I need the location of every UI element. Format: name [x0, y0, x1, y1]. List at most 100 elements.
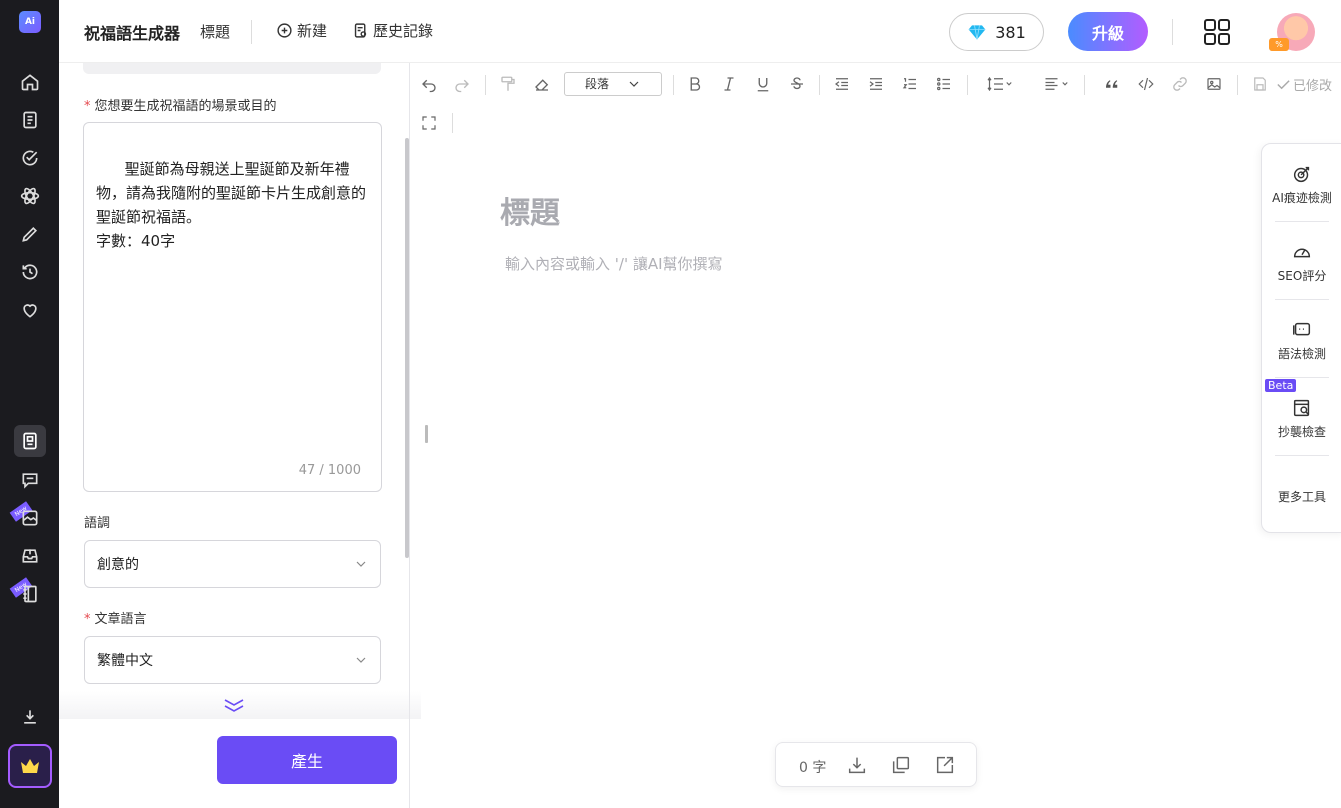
pen-icon[interactable]: [17, 221, 43, 247]
character-counter: 47 / 1000: [298, 463, 361, 478]
home-icon[interactable]: [17, 69, 43, 95]
language-label: * 文章語言: [84, 608, 147, 627]
user-avatar[interactable]: %: [1269, 13, 1315, 51]
required-mark: *: [84, 99, 91, 114]
document-title-tab[interactable]: 標題: [200, 21, 230, 42]
icon-rail: Ai New New: [0, 0, 59, 808]
previous-field-bottom: [83, 63, 381, 74]
inbox-icon[interactable]: [17, 543, 43, 569]
credits-badge[interactable]: 381: [949, 13, 1044, 51]
target-icon: [1293, 166, 1310, 183]
ai-tools-panel: AI痕迹檢測 SEO評分 語法檢測 Beta 抄襲檢查 更多工具: [1261, 143, 1341, 533]
tone-label: 語調: [84, 516, 111, 531]
toolbar-divider: [1084, 75, 1085, 95]
history-button[interactable]: 歷史記錄: [352, 20, 433, 41]
language-select[interactable]: 繁體中文: [84, 636, 381, 684]
purpose-label-text: 您想要生成祝福語的場景或目的: [94, 99, 277, 114]
copy-icon[interactable]: [890, 754, 912, 776]
quote-icon[interactable]: [1100, 72, 1124, 96]
new-button[interactable]: 新建: [276, 20, 327, 41]
download-app-icon[interactable]: [17, 704, 43, 730]
toolbar-divider: [452, 113, 453, 133]
underline-icon[interactable]: [751, 72, 775, 96]
tool-divider: [1275, 455, 1329, 456]
beta-badge: Beta: [1265, 379, 1297, 392]
ai-detection-tool[interactable]: AI痕迹檢測: [1262, 163, 1341, 206]
save-status-text: 已修改: [1293, 79, 1333, 94]
apps-grid-icon[interactable]: [1203, 18, 1231, 46]
page-title: 祝福語生成器: [84, 24, 181, 43]
check-icon: [1277, 80, 1290, 90]
bullet-list-icon[interactable]: [932, 72, 956, 96]
toolbar-divider: [485, 75, 486, 95]
redo-icon[interactable]: [450, 72, 474, 96]
line-height-icon[interactable]: [982, 72, 1018, 96]
bold-icon[interactable]: [683, 72, 707, 96]
format-painter-icon[interactable]: [496, 72, 520, 96]
grammar-check-tool[interactable]: 語法檢測: [1262, 319, 1341, 362]
code-icon[interactable]: [1134, 72, 1158, 96]
toolbar-divider: [673, 75, 674, 95]
toolbar-divider: [819, 75, 820, 95]
check-circle-icon[interactable]: [17, 145, 43, 171]
seo-score-tool[interactable]: SEO評分: [1262, 241, 1341, 284]
document-title-input[interactable]: 標題: [500, 188, 560, 232]
header-divider: [1172, 19, 1173, 45]
heart-icon[interactable]: [17, 297, 43, 323]
tool-divider: [1275, 299, 1329, 300]
upgrade-button[interactable]: 升級: [1068, 12, 1148, 51]
purpose-textarea[interactable]: 聖誕節為母親送上聖誕節及新年禮物，請為我隨附的聖誕節卡片生成創意的聖誕節祝福語。…: [83, 122, 382, 492]
discount-badge: %: [1269, 38, 1289, 51]
undo-icon[interactable]: [417, 72, 441, 96]
diamond-icon: [968, 25, 986, 40]
plagiarism-check-tool[interactable]: 抄襲檢查: [1262, 397, 1341, 440]
download-icon[interactable]: [846, 754, 868, 776]
plus-circle-icon: [277, 23, 292, 38]
italic-icon[interactable]: [717, 72, 741, 96]
app-logo[interactable]: Ai: [19, 11, 41, 33]
top-header: 祝福語生成器 標題 新建 歷史記錄 381 升級 %: [59, 0, 1341, 63]
image-insert-icon[interactable]: [1202, 72, 1226, 96]
header-divider: [251, 20, 252, 44]
required-mark: *: [84, 612, 91, 627]
grammar-check-label: 語法檢測: [1277, 347, 1326, 361]
double-chevron-down-icon[interactable]: [222, 697, 246, 713]
image-icon[interactable]: [17, 505, 43, 531]
purpose-text: 聖誕節為母親送上聖誕節及新年禮物，請為我隨附的聖誕節卡片生成創意的聖誕節祝福語。…: [96, 160, 367, 250]
more-tools-button[interactable]: 更多工具: [1262, 488, 1341, 505]
grammar-icon: [1293, 322, 1311, 336]
crown-icon[interactable]: [8, 744, 52, 788]
outdent-icon[interactable]: [830, 72, 854, 96]
panel-divider[interactable]: [409, 63, 410, 808]
seo-score-label: SEO評分: [1277, 269, 1327, 283]
doc-edit-icon[interactable]: [14, 425, 46, 457]
new-button-label: 新建: [297, 22, 328, 40]
paragraph-select[interactable]: 段落: [564, 72, 662, 96]
fullscreen-icon[interactable]: [417, 111, 441, 135]
align-icon[interactable]: [1038, 72, 1074, 96]
editor-drag-handle[interactable]: [425, 425, 428, 443]
document-icon[interactable]: [17, 107, 43, 133]
link-icon[interactable]: [1168, 72, 1192, 96]
language-value: 繁體中文: [97, 653, 153, 669]
indent-icon[interactable]: [864, 72, 888, 96]
strikethrough-icon[interactable]: [785, 72, 809, 96]
ai-detection-label: AI痕迹檢測: [1272, 191, 1332, 205]
history-icon[interactable]: [17, 259, 43, 285]
tone-value: 創意的: [97, 557, 139, 573]
eraser-icon[interactable]: [530, 72, 554, 96]
share-icon[interactable]: [934, 754, 956, 776]
generator-form: * 您想要生成祝福語的場景或目的 聖誕節為母親送上聖誕節及新年禮物，請為我隨附的聖…: [59, 63, 421, 808]
language-label-text: 文章語言: [94, 612, 147, 627]
chevron-down-icon: [629, 81, 639, 87]
atom-icon[interactable]: [17, 183, 43, 209]
tone-select[interactable]: 創意的: [84, 540, 381, 588]
document-body-input[interactable]: 輸入內容或輸入 '/' 讓AI幫你撰寫: [505, 253, 723, 274]
save-icon[interactable]: [1248, 72, 1272, 96]
ordered-list-icon[interactable]: [898, 72, 922, 96]
tool-divider: [1275, 221, 1329, 222]
chat-icon[interactable]: [17, 467, 43, 493]
plagiarism-check-label: 抄襲檢查: [1277, 425, 1326, 439]
notebook-icon[interactable]: [17, 581, 43, 607]
generate-button[interactable]: 產生: [217, 736, 397, 784]
